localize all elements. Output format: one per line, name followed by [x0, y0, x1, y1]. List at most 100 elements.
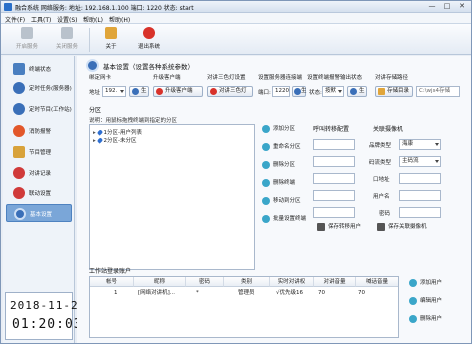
sidebar-item-server-tasks[interactable]: 定时任务(服务器)	[6, 79, 72, 97]
zone-tree[interactable]: ▸ 1分区-用户列表 ▸ 2分区-未分区	[89, 124, 255, 270]
sidebar-item-terminal-status[interactable]: 终端状态	[6, 60, 72, 78]
nic-apply-button[interactable]: 生	[129, 86, 149, 97]
brand-select[interactable]: 海康	[399, 139, 441, 150]
rename-zone-button[interactable]: 重命名分区	[262, 142, 301, 152]
edit-user-button[interactable]: 编辑用户	[409, 296, 442, 306]
exit-button[interactable]: 退出系统	[129, 27, 169, 53]
camera-password-label: 密码	[379, 211, 391, 217]
storage-dir-label: 存储目录	[387, 88, 410, 94]
sidebar-item-label: 定时任务(服务器)	[29, 86, 72, 92]
about-button[interactable]: 关于	[91, 27, 131, 53]
storage-dir-button[interactable]: 存储目录	[375, 86, 413, 97]
stop-service-button[interactable]: 关闭服务	[47, 27, 87, 53]
clock-icon	[13, 82, 25, 94]
save-camera-label: 保存关联摄像机	[388, 224, 427, 230]
window-title: 融合系统 网络服务: 地址: 192.168.1.100 端口: 1220 状态…	[15, 5, 194, 12]
alarm-apply-label: 生	[359, 88, 365, 94]
nic-address-select[interactable]: 192.	[102, 86, 126, 97]
menu-file[interactable]: 文件(F)	[5, 15, 25, 24]
forward-field-2[interactable]	[313, 156, 355, 167]
intercom-light-button[interactable]: 对讲三色灯	[207, 86, 253, 97]
cell-broadcast-volume: 70	[358, 290, 365, 296]
column-header[interactable]: 喊话音量	[356, 277, 398, 287]
column-header[interactable]: 对讲音量	[314, 277, 356, 287]
maximize-button[interactable]: □	[440, 2, 454, 11]
delete-icon	[262, 179, 270, 187]
column-header[interactable]: 昵称	[134, 277, 186, 287]
port-apply-button[interactable]: 生	[292, 86, 307, 97]
camera-user-input[interactable]	[399, 190, 441, 201]
port-input[interactable]: 1220	[272, 86, 290, 97]
alarm-state-select[interactable]: 按默	[322, 86, 344, 97]
start-service-button[interactable]: 开启服务	[7, 27, 47, 53]
port-label: 端口:	[258, 90, 271, 96]
move-to-zone-button[interactable]: 移动到分区	[262, 196, 301, 206]
add-user-button[interactable]: 添加用户	[409, 278, 442, 288]
sidebar-item-label: 对讲记录	[29, 171, 52, 177]
clock-date: 2018-11-24	[10, 299, 87, 312]
brand-value: 海康	[402, 141, 414, 147]
menu-bar: 文件(F) 工具(T) 设置(S) 帮助(L) 帮助(H)	[1, 13, 471, 24]
accounts-table[interactable]: 帐号 昵称 密码 类别 实时对讲权 对讲音量 喊话音量 1 [网络对讲机]...…	[89, 276, 399, 338]
minimize-button[interactable]: —	[425, 2, 439, 11]
column-header[interactable]: 密码	[186, 277, 224, 287]
camera-password-input[interactable]	[399, 207, 441, 218]
column-header[interactable]: 类别	[224, 277, 270, 287]
sidebar-item-fire-alarm[interactable]: 消防报警	[6, 122, 72, 140]
delete-user-button[interactable]: 删除用户	[409, 314, 442, 324]
sidebar-item-linkage-settings[interactable]: 联动设置	[6, 184, 72, 202]
batch-set-terminal-button[interactable]: 批量设置终端	[262, 214, 306, 224]
cell-intercom-right: √优先级16	[276, 290, 304, 296]
delete-icon	[262, 161, 270, 169]
camera-ip-input[interactable]	[399, 173, 441, 184]
menu-help[interactable]: 帮助(H)	[109, 15, 130, 24]
column-header[interactable]: 帐号	[90, 277, 134, 287]
add-zone-button[interactable]: 添加分区	[262, 124, 295, 134]
menu-tools[interactable]: 工具(T)	[31, 15, 51, 24]
edit-icon	[262, 143, 270, 151]
add-zone-label: 添加分区	[273, 126, 296, 132]
zone-node[interactable]: ▸ 2分区-未分区	[93, 136, 137, 144]
sidebar-item-program-management[interactable]: 节目管理	[6, 143, 72, 161]
sidebar-item-label: 基本设置	[30, 212, 53, 218]
delete-terminal-button[interactable]: 删除终端	[262, 178, 295, 188]
forward-field-5[interactable]	[313, 207, 355, 218]
folder-icon	[105, 27, 117, 39]
sidebar-item-workstation-programs[interactable]: 定时节目(工作站)	[6, 100, 72, 118]
call-forward-title: 呼叫转移配置	[313, 126, 350, 133]
stream-select[interactable]: 主码流	[399, 156, 441, 167]
upgrade-client-button[interactable]: 升级客户端	[153, 86, 203, 97]
brand-label: 品牌类型	[369, 143, 392, 149]
column-header[interactable]: 实时对讲权	[270, 277, 314, 287]
sidebar-item-basic-settings[interactable]: 基本设置	[6, 204, 72, 222]
forward-field-3[interactable]	[313, 173, 355, 184]
page-title: 基本设置（设置各种系统参数）	[103, 63, 194, 71]
forward-field-1[interactable]	[313, 139, 355, 150]
chevron-down-icon	[338, 90, 342, 93]
save-forward-button[interactable]: 保存转移用户	[317, 222, 361, 232]
save-camera-button[interactable]: 保存关联摄像机	[377, 222, 427, 232]
delete-user-label: 删除用户	[420, 316, 443, 322]
alarm-apply-button[interactable]: 生	[347, 86, 367, 97]
upgrade-icon	[156, 88, 163, 95]
chevron-down-icon	[120, 90, 124, 93]
column-upgrade-client: 升级客户端	[153, 75, 181, 81]
chevron-down-icon	[435, 160, 439, 163]
move-icon	[262, 197, 270, 205]
menu-settings[interactable]: 设置(S)	[57, 15, 78, 24]
gear-icon	[86, 59, 99, 72]
delete-zone-button[interactable]: 删除分区	[262, 160, 295, 170]
storage-path-input[interactable]: C:\wjs4存储	[416, 86, 460, 97]
camera-ip-label: 口地址	[373, 177, 390, 183]
zone-section-title: 分区	[89, 107, 102, 114]
menu-help-l[interactable]: 帮助(L)	[83, 15, 103, 24]
phone-icon	[13, 167, 25, 179]
zone-node[interactable]: ▸ 1分区-用户列表	[93, 128, 142, 136]
intercom-light-label: 对讲三色灯	[219, 88, 247, 94]
about-label: 关于	[105, 44, 117, 50]
close-button[interactable]: ✕	[455, 2, 469, 11]
monitor-icon	[13, 63, 25, 75]
forward-field-4[interactable]	[313, 190, 355, 201]
sidebar-item-intercom-records[interactable]: 对讲记录	[6, 164, 72, 182]
settings-icon	[262, 215, 270, 223]
